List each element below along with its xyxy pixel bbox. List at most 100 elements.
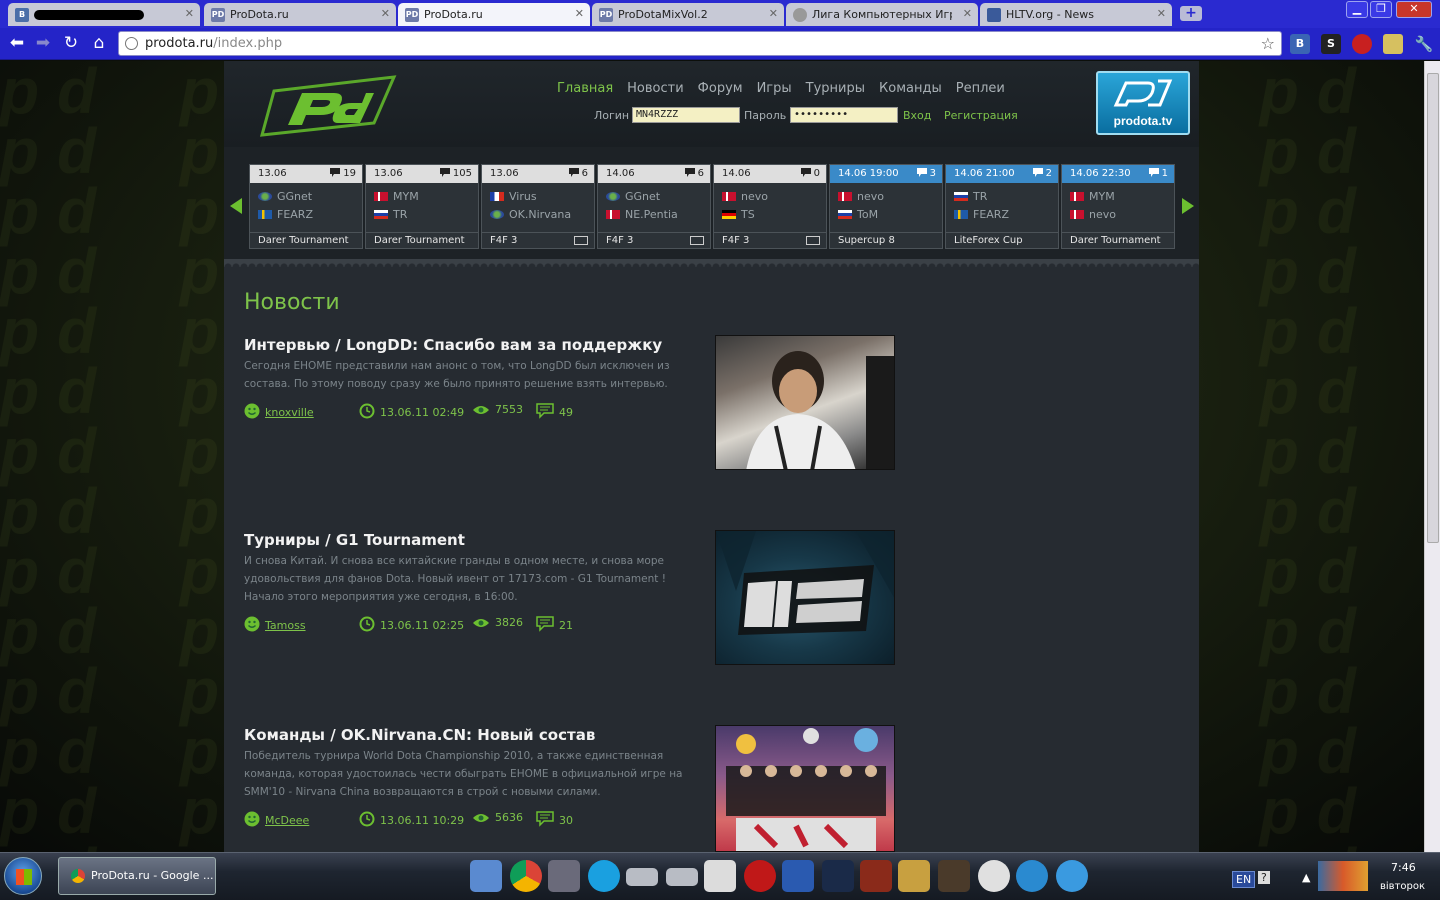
close-icon[interactable]: ✕ xyxy=(1157,7,1166,20)
pinned-word-icon[interactable] xyxy=(782,860,814,892)
forward-icon[interactable]: ➡ xyxy=(32,32,54,54)
match-event[interactable]: Darer Tournament xyxy=(250,232,362,248)
close-icon[interactable]: ✕ xyxy=(769,7,778,20)
article-comments[interactable]: 21 xyxy=(559,619,573,632)
pinned-blue-app-icon[interactable] xyxy=(1016,860,1048,892)
match-team-2[interactable]: nevo xyxy=(1062,205,1174,223)
match-team-1[interactable]: GGnet xyxy=(598,187,710,205)
taskbar-chrome-window[interactable]: ProDota.ru - Google ... xyxy=(58,857,216,895)
match-event[interactable]: F4F 3 xyxy=(714,232,826,248)
match-card[interactable]: 14.06 19:00 3 nevo ToM Supercup 8 xyxy=(829,164,943,249)
match-card[interactable]: 13.06 105 MYM TR Darer Tournament xyxy=(365,164,479,249)
address-bar[interactable]: prodota.ru/index.php ☆ xyxy=(118,31,1282,56)
ticker-prev-arrow-icon[interactable] xyxy=(230,198,242,214)
scrollbar-thumb[interactable] xyxy=(1427,73,1439,543)
language-indicator[interactable]: EN xyxy=(1232,871,1256,888)
clock-time[interactable]: 7:46 xyxy=(1391,861,1416,874)
close-icon[interactable]: ✕ xyxy=(575,7,584,20)
match-event[interactable]: F4F 3 xyxy=(598,232,710,248)
bookmark-star-icon[interactable]: ☆ xyxy=(1261,34,1275,53)
tab-prodotamix[interactable]: PD ProDotaMixVol.2 ✕ xyxy=(592,3,784,26)
article-thumbnail-g1[interactable] xyxy=(715,530,895,665)
tab-vk[interactable]: B ✕ xyxy=(8,3,200,26)
tray-icons[interactable] xyxy=(1318,861,1368,891)
match-team-1[interactable]: nevo xyxy=(714,187,826,205)
nav-teams[interactable]: Команды xyxy=(879,81,942,96)
author-link[interactable]: McDeee xyxy=(265,814,309,827)
video-icon[interactable] xyxy=(690,236,704,245)
article-comments[interactable]: 49 xyxy=(559,406,573,419)
match-card[interactable]: 14.06 22:30 1 MYM nevo Darer Tournament xyxy=(1061,164,1175,249)
match-event[interactable]: Supercup 8 xyxy=(830,232,942,248)
match-card[interactable]: 14.06 21:00 2 TR FEARZ LiteForex Cup xyxy=(945,164,1059,249)
pinned-skype-icon[interactable] xyxy=(588,860,620,892)
ticker-next-arrow-icon[interactable] xyxy=(1182,198,1194,214)
close-icon[interactable]: ✕ xyxy=(963,7,972,20)
match-team-2[interactable]: TR xyxy=(366,205,478,223)
match-event[interactable]: F4F 3 xyxy=(482,232,594,248)
pinned-warcraft-icon[interactable] xyxy=(898,860,930,892)
close-icon[interactable]: ✕ xyxy=(185,7,194,20)
match-team-2[interactable]: ToM xyxy=(830,205,942,223)
minimize-button[interactable]: ▁ xyxy=(1346,1,1368,18)
video-icon[interactable] xyxy=(574,236,588,245)
wrench-icon[interactable]: 🔧 xyxy=(1414,34,1434,54)
prodota-logo[interactable] xyxy=(254,73,404,137)
home-icon[interactable]: ⌂ xyxy=(88,32,110,54)
nav-home[interactable]: Главная xyxy=(557,81,613,96)
article-thumbnail-nirvana[interactable] xyxy=(715,725,895,852)
match-team-2[interactable]: FEARZ xyxy=(946,205,1058,223)
match-team-2[interactable]: OK.Nirvana xyxy=(482,205,594,223)
match-team-1[interactable]: nevo xyxy=(830,187,942,205)
pinned-game-icon[interactable] xyxy=(860,860,892,892)
page-scrollbar[interactable] xyxy=(1424,61,1440,852)
pinned-chrome-icon[interactable] xyxy=(510,860,542,892)
ext-s-icon[interactable]: S xyxy=(1321,34,1341,54)
prodota-tv-logo[interactable]: prodota.tv xyxy=(1096,71,1190,135)
match-card[interactable]: 13.06 6 Virus OK.Nirvana F4F 3 xyxy=(481,164,595,249)
close-icon[interactable]: ✕ xyxy=(381,7,390,20)
pinned-clock-app-icon[interactable] xyxy=(978,860,1010,892)
tab-prodota-1[interactable]: PD ProDota.ru ✕ xyxy=(204,3,396,26)
pinned-drive-icon[interactable] xyxy=(626,868,658,886)
pinned-dota-icon[interactable] xyxy=(822,860,854,892)
match-card[interactable]: 14.06 0 nevo TS F4F 3 xyxy=(713,164,827,249)
match-event[interactable]: Darer Tournament xyxy=(1062,232,1174,248)
back-icon[interactable]: ⬅ xyxy=(6,32,28,54)
match-team-1[interactable]: MYM xyxy=(1062,187,1174,205)
match-event[interactable]: Darer Tournament xyxy=(366,232,478,248)
match-team-1[interactable]: GGnet xyxy=(250,187,362,205)
help-icon[interactable]: ? xyxy=(1258,871,1270,884)
pinned-counterstrike-icon[interactable] xyxy=(704,860,736,892)
maximize-button[interactable]: ❐ xyxy=(1370,1,1392,18)
pinned-s-app-icon[interactable] xyxy=(1056,860,1088,892)
article-comments[interactable]: 30 xyxy=(559,814,573,827)
new-tab-button[interactable]: + xyxy=(1180,6,1202,21)
match-team-2[interactable]: FEARZ xyxy=(250,205,362,223)
login-input[interactable]: MN4RZZZ xyxy=(632,107,740,123)
ext-adblock-icon[interactable] xyxy=(1352,34,1372,54)
nav-news[interactable]: Новости xyxy=(627,81,684,96)
start-button[interactable] xyxy=(4,857,42,895)
pinned-drive2-icon[interactable] xyxy=(666,868,698,886)
match-team-2[interactable]: NE.Pentia xyxy=(598,205,710,223)
pinned-wizard-icon[interactable] xyxy=(548,860,580,892)
article-thumbnail-longdd[interactable] xyxy=(715,335,895,470)
author-link[interactable]: knoxville xyxy=(265,406,314,419)
register-link[interactable]: Регистрация xyxy=(944,109,1018,122)
match-team-1[interactable]: Virus xyxy=(482,187,594,205)
match-card[interactable]: 14.06 6 GGnet NE.Pentia F4F 3 xyxy=(597,164,711,249)
password-input[interactable]: ••••••••• xyxy=(790,107,898,123)
tab-league[interactable]: Лига Компьютерных Игр Inte ✕ xyxy=(786,3,978,26)
nav-games[interactable]: Игры xyxy=(757,81,792,96)
pinned-portrait-icon[interactable] xyxy=(938,860,970,892)
pinned-explorer-icon[interactable] xyxy=(470,860,502,892)
ext-vk-icon[interactable]: B xyxy=(1290,34,1310,54)
tab-hltv[interactable]: HLTV.org - News ✕ xyxy=(980,3,1172,26)
match-team-1[interactable]: MYM xyxy=(366,187,478,205)
nav-forum[interactable]: Форум xyxy=(698,81,743,96)
tab-prodota-2[interactable]: PD ProDota.ru ✕ xyxy=(398,3,590,26)
nav-tournaments[interactable]: Турниры xyxy=(806,81,865,96)
reload-icon[interactable]: ↻ xyxy=(60,32,82,54)
author-link[interactable]: Tamoss xyxy=(265,619,306,632)
